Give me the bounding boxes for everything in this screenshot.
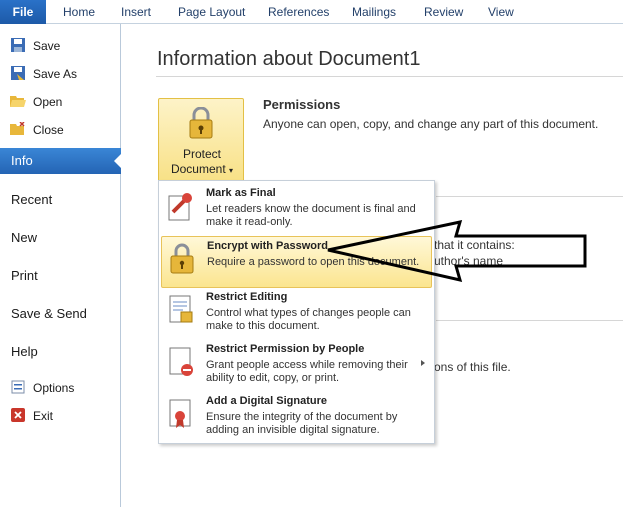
- tab-file[interactable]: File: [0, 0, 46, 24]
- menu-item-title: Encrypt with Password: [207, 240, 329, 252]
- protect-label-line1: Protect: [182, 147, 221, 161]
- sidebar-item-recent[interactable]: Recent: [11, 192, 52, 207]
- protect-label-line2: Document ▾: [159, 162, 245, 178]
- sidebar-item-new[interactable]: New: [11, 230, 37, 245]
- protect-document-label: Protect Document ▾: [159, 147, 245, 178]
- sidebar-item-label: Open: [33, 95, 63, 109]
- menu-item-desc: Control what types of changes people can…: [206, 307, 411, 332]
- tab-page-layout[interactable]: Page Layout: [178, 0, 245, 24]
- versions-text: ons of this file.: [434, 360, 511, 374]
- sidebar-item-close[interactable]: Close: [0, 120, 121, 142]
- permissions-text: Anyone can open, copy, and change any pa…: [263, 117, 599, 131]
- exit-icon: [10, 408, 26, 424]
- tab-references[interactable]: References: [268, 0, 329, 24]
- menu-item-desc: Ensure the integrity of the document by …: [206, 411, 398, 436]
- lock-key-icon: [168, 243, 196, 275]
- sidebar-item-label: Save: [33, 39, 61, 53]
- tab-view[interactable]: View: [488, 0, 514, 24]
- sidebar-item-label: Close: [33, 123, 64, 137]
- open-folder-icon: [10, 94, 26, 110]
- save-icon: [10, 38, 26, 54]
- digital-signature-icon: [167, 398, 195, 430]
- tab-review[interactable]: Review: [424, 0, 463, 24]
- lock-key-icon: [188, 106, 214, 141]
- dropdown-arrow-icon: ▾: [229, 166, 234, 175]
- submenu-arrow-icon: [421, 360, 425, 366]
- save-as-icon: [10, 66, 26, 82]
- title-divider: [156, 76, 623, 77]
- sidebar-item-help[interactable]: Help: [11, 344, 38, 359]
- ribbon-tabs: File Home Insert Page Layout References …: [0, 0, 623, 24]
- permissions-heading: Permissions: [263, 97, 341, 112]
- menu-item-title: Add a Digital Signature: [206, 395, 328, 407]
- sidebar-item-exit[interactable]: Exit: [0, 406, 121, 428]
- tab-mailings[interactable]: Mailings: [352, 0, 396, 24]
- tab-insert[interactable]: Insert: [121, 0, 151, 24]
- sidebar-item-label: Options: [33, 381, 75, 395]
- menu-item-restrict-editing[interactable]: Restrict Editing Control what types of c…: [161, 288, 432, 340]
- options-icon: [10, 380, 26, 396]
- annotation-arrow: [327, 220, 587, 283]
- sidebar-item-label: Exit: [33, 409, 54, 423]
- backstage-sidebar: Save Save As Open Close Info Recent New …: [0, 24, 122, 507]
- menu-item-desc: Grant people access while removing their…: [206, 359, 408, 384]
- menu-item-digital-signature[interactable]: Add a Digital Signature Ensure the integ…: [161, 392, 432, 444]
- section-divider: [436, 196, 623, 197]
- sidebar-item-print[interactable]: Print: [11, 268, 38, 283]
- protect-label-text: Document: [170, 162, 226, 176]
- close-folder-icon: [10, 121, 26, 138]
- menu-item-title: Restrict Editing: [206, 291, 288, 303]
- menu-item-restrict-permission[interactable]: Restrict Permission by People Grant peop…: [161, 340, 432, 392]
- sidebar-item-save-send[interactable]: Save & Send: [11, 306, 87, 321]
- sidebar-item-save-as[interactable]: Save As: [0, 64, 121, 86]
- section-divider: [436, 320, 623, 321]
- sidebar-item-options[interactable]: Options: [0, 378, 121, 400]
- sidebar-item-save[interactable]: Save: [0, 36, 121, 58]
- menu-item-title: Restrict Permission by People: [206, 343, 365, 355]
- restrict-permission-icon: [167, 346, 195, 378]
- page-title: Information about Document1: [157, 48, 421, 70]
- sidebar-item-label: Save As: [33, 67, 78, 81]
- sidebar-item-open[interactable]: Open: [0, 92, 121, 114]
- sidebar-item-info[interactable]: Info: [0, 148, 122, 174]
- restrict-editing-icon: [167, 294, 195, 326]
- tab-home[interactable]: Home: [63, 0, 95, 24]
- mark-final-icon: [167, 190, 195, 222]
- menu-item-title: Mark as Final: [206, 187, 276, 199]
